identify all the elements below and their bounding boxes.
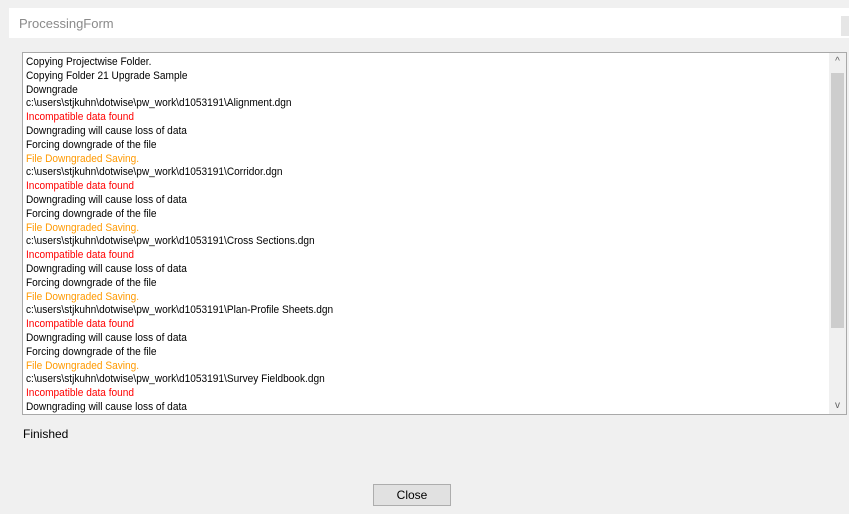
chevron-up-icon[interactable]: ^ [829,53,846,70]
log-line: Downgrading will cause loss of data [26,193,187,206]
log-line: File Downgraded Saving. [26,359,140,372]
log-line: Downgrading will cause loss of data [26,124,187,137]
log-line: Incompatible data found [26,318,135,331]
log-line: File Downgraded Saving. [26,152,140,165]
log-line: Copying Folder 21 Upgrade Sample [26,69,188,82]
log-line: c:\users\stjkuhn\dotwise\pw_work\d105319… [26,166,283,179]
log-line: c:\users\stjkuhn\dotwise\pw_work\d105319… [26,235,315,248]
window-title: ProcessingForm [19,16,114,31]
log-lines: Copying Projectwise Folder. Copying Folde… [26,56,826,414]
log-line: c:\users\stjkuhn\dotwise\pw_work\d105319… [26,373,325,386]
log-line: Downgrading will cause loss of data [26,262,187,275]
log-line: Copying Projectwise Folder. [26,56,152,68]
processing-form-window: ProcessingForm Copying Projectwise Folde… [0,0,849,514]
log-line: c:\users\stjkuhn\dotwise\pw_work\d105319… [26,97,292,110]
log-line: File Downgraded Saving. [26,221,140,234]
log-line: Forcing downgrade of the file [26,276,157,289]
log-line: Forcing downgrade of the file [26,138,157,151]
log-textbox[interactable]: Copying Projectwise Folder. Copying Folde… [22,52,847,415]
log-line: Incompatible data found [26,249,135,262]
chevron-down-icon[interactable]: v [829,397,846,414]
log-line: Incompatible data found [26,180,135,193]
status-label: Finished [23,427,69,441]
log-line: Forcing downgrade of the file [26,207,157,220]
log-line: Downgrading will cause loss of data [26,331,187,344]
title-bar: ProcessingForm [9,8,849,38]
close-button[interactable]: Close [373,484,451,506]
title-bar-control [841,16,849,36]
vertical-scrollbar[interactable]: ^ v [829,53,846,414]
log-line: File Downgraded Saving. [26,290,140,303]
log-line: Incompatible data found [26,387,135,400]
log-line: Forcing downgrade of the file [26,345,157,358]
log-line: Downgrade [26,83,78,96]
scrollbar-thumb[interactable] [831,73,844,328]
log-line: Incompatible data found [26,111,135,124]
log-line: c:\users\stjkuhn\dotwise\pw_work\d105319… [26,304,334,317]
log-line: Downgrading will cause loss of data [26,400,187,413]
